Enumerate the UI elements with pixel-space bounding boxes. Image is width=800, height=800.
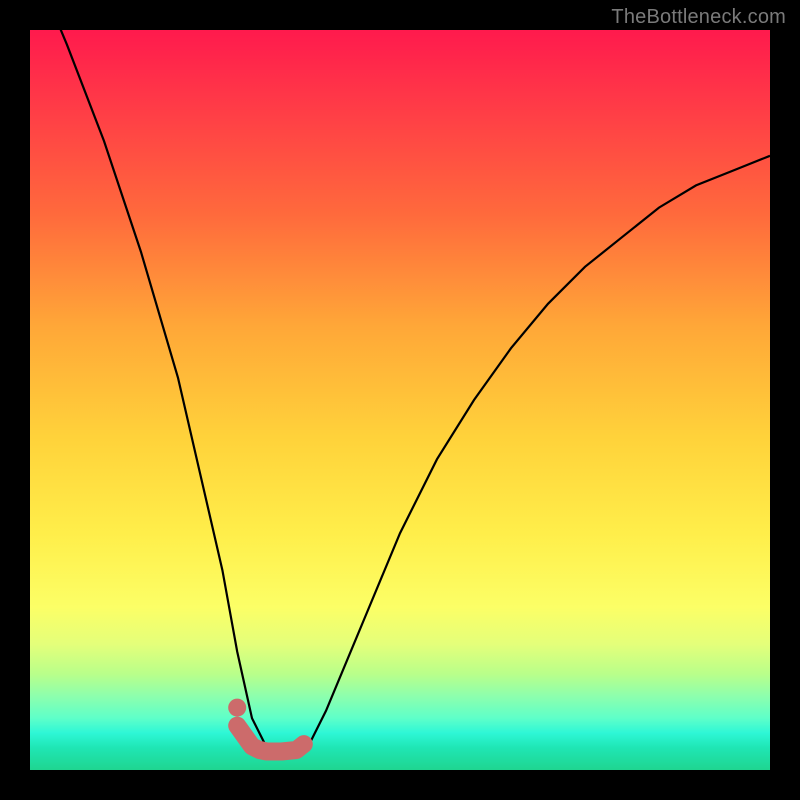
watermark-text: TheBottleneck.com [611,6,786,29]
curve-layer [30,30,770,770]
highlight-dot-left [228,699,246,717]
chart-frame: TheBottleneck.com [0,0,800,800]
bottleneck-curve [30,0,770,755]
highlight-markers [228,699,304,752]
plot-area [30,30,770,770]
highlight-path [237,726,304,752]
